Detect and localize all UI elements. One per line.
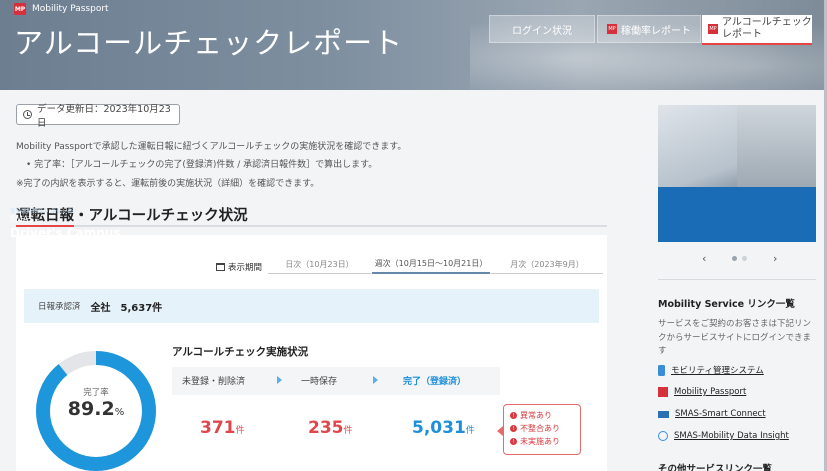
nav-login-label: ログイン状況 — [512, 25, 572, 37]
alert-inconsistent: ! 不整合あり — [510, 422, 580, 435]
report-logo-icon: MP — [708, 24, 718, 34]
chevron-right-icon — [277, 376, 282, 384]
mobility-passport-icon — [658, 387, 668, 397]
count-value: 371 — [200, 418, 236, 438]
count-draft[interactable]: 235件 — [308, 418, 353, 438]
banner-subtitle: SMAS - — [10, 215, 40, 225]
donut-center: 完了率 89.2% — [33, 386, 159, 420]
report-logo-icon: MP — [607, 24, 617, 34]
alert-text: 不整合あり — [520, 424, 560, 433]
count-value: 235 — [308, 418, 344, 438]
summary-value: 全社 5,637件 — [90, 302, 163, 314]
banner-band — [658, 187, 816, 242]
service-links-description: サービスをご契約のお客さまは下記リンクからサービスサイトにログインできます — [658, 319, 812, 356]
carousel-dot-active[interactable] — [732, 256, 737, 261]
drivers-campus-banner[interactable] — [658, 105, 816, 242]
period-label: 表示期間 — [216, 261, 262, 273]
description-line-1: Mobility Passportで承認した運転日報に紐づくアルコールチェックの… — [16, 142, 407, 152]
step-completed: 完了（登録済） — [403, 377, 467, 387]
carousel-dot[interactable] — [742, 256, 747, 261]
alert-abnormal: ! 異常あり — [510, 409, 580, 422]
warning-icon: ! — [510, 412, 517, 419]
alert-not-done: ! 未実施あり — [510, 435, 580, 448]
completion-rate-value: 89.2% — [68, 398, 124, 420]
count-unit: 件 — [343, 426, 353, 436]
chevron-left-icon[interactable]: ‹ — [702, 252, 706, 265]
tab-daily[interactable]: 日次（10月23日） — [268, 255, 371, 274]
mobility-passport-logo-icon: MP — [14, 3, 26, 15]
nav-alcohol-report[interactable]: MP アルコールチェック レポート — [702, 15, 812, 45]
alert-text: 異常あり — [520, 411, 552, 420]
clock-icon — [23, 110, 32, 119]
chevron-right-icon[interactable]: › — [773, 252, 777, 265]
count-unregistered[interactable]: 371件 — [200, 418, 245, 438]
completion-rate-label: 完了率 — [83, 388, 109, 398]
data-insight-icon — [658, 431, 668, 441]
smart-connect-icon — [658, 410, 669, 418]
phone-icon — [658, 364, 665, 376]
step-unregistered: 未登録・削除済 — [182, 377, 246, 387]
nav-alc-label: アルコールチェック レポート — [722, 17, 812, 40]
period-label-text: 表示期間 — [228, 263, 263, 273]
link-label: Mobility Passport — [674, 387, 747, 397]
chevron-right-icon — [373, 376, 378, 384]
service-links-title: Mobility Service リンク一覧 — [658, 299, 795, 310]
link-smart-connect[interactable]: SMAS-Smart Connect — [658, 409, 766, 419]
summary-label: 日報承認済 — [38, 302, 81, 312]
brand-name: Mobility Passport — [32, 4, 109, 14]
count-value: 5,031 — [412, 418, 466, 438]
count-completed[interactable]: 5,031件 — [412, 418, 475, 438]
link-mobility-management[interactable]: モビリティ管理システム — [658, 364, 764, 376]
link-label: モビリティ管理システム — [671, 366, 764, 376]
warning-icon: ! — [510, 425, 517, 432]
step-draft: 一時保存 — [301, 377, 338, 387]
check-status-title: アルコールチェック実施状況 — [172, 346, 309, 358]
rate-number: 89.2 — [67, 398, 115, 420]
nav-utilization-report[interactable]: MP 稼働率レポート — [597, 15, 701, 43]
calendar-icon — [216, 263, 225, 271]
update-date-text: データ更新日：2023年10月23日 — [37, 103, 171, 129]
brand: MP Mobility Passport — [14, 3, 109, 15]
banner-title: Driver's Campus — [10, 226, 121, 240]
banner-photo — [737, 105, 816, 187]
data-update-date: データ更新日：2023年10月23日 — [16, 104, 180, 129]
tab-monthly[interactable]: 月次（2023年9月） — [491, 255, 603, 274]
completion-alerts[interactable]: ! 異常あり ! 不整合あり ! 未実施あり — [497, 404, 581, 455]
count-unit: 件 — [465, 426, 475, 436]
approved-reports-summary: 日報承認済 全社 5,637件 — [24, 289, 599, 323]
link-label: SMAS-Mobility Data Insight — [674, 431, 789, 441]
page-title: アルコールチェックレポート — [14, 26, 404, 60]
link-mobility-data-insight[interactable]: SMAS-Mobility Data Insight — [658, 431, 789, 441]
description-line-3: ※完了の内訳を表示すると、運転前後の実施状況（詳細）を確認できます。 — [16, 179, 320, 189]
rate-unit: % — [114, 407, 125, 418]
link-label: SMAS-Smart Connect — [675, 409, 766, 419]
tab-weekly[interactable]: 週次（10月15日〜10月21日） — [372, 255, 490, 274]
banner-tagline: 安全運転教育の“新しい形” — [10, 209, 77, 215]
nav-login-status[interactable]: ログイン状況 — [489, 15, 595, 43]
nav-kado-label: 稼働率レポート — [621, 25, 691, 37]
count-unit: 件 — [235, 426, 245, 436]
other-service-links-title: その他サービスリンク一覧 — [658, 464, 773, 471]
warning-icon: ! — [510, 438, 517, 445]
alert-text: 未実施あり — [520, 437, 560, 446]
sidebar-divider — [658, 279, 816, 280]
link-mobility-passport[interactable]: Mobility Passport — [658, 387, 746, 397]
description-line-2: • 完了率：［アルコールチェックの完了(登録済)件数 / 承認済日報件数］で算出… — [26, 160, 378, 170]
